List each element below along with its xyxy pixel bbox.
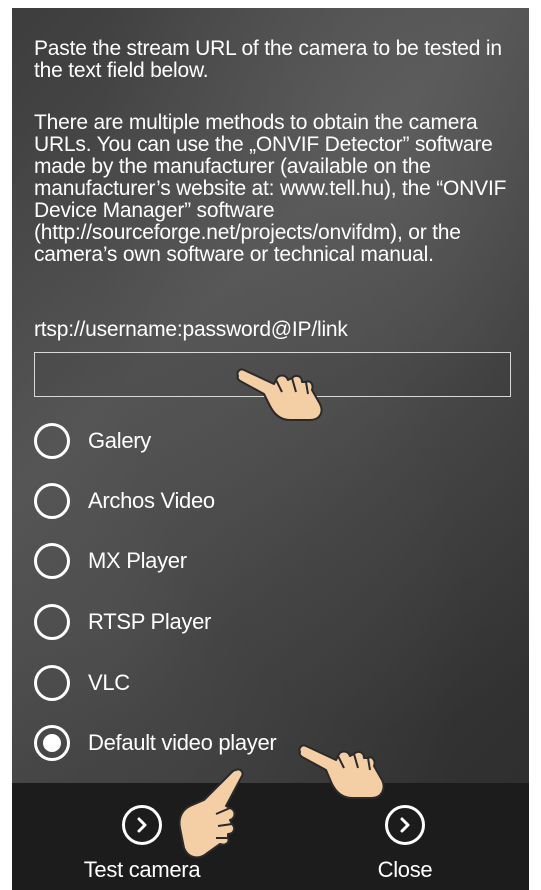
chevron-right-circle-icon (122, 805, 162, 845)
radio-option-label: MX Player (88, 548, 187, 573)
radio-option-label: Default video player (88, 730, 277, 755)
radio-button[interactable] (34, 423, 70, 459)
description-text: There are multiple methods to obtain the… (34, 111, 507, 266)
radio-option-archos-video[interactable]: Archos Video (34, 479, 215, 523)
radio-button-selected[interactable] (34, 725, 70, 761)
radio-option-vlc[interactable]: VLC (34, 661, 130, 705)
radio-option-default-video-player[interactable]: Default video player (34, 721, 277, 765)
radio-option-label: Galery (88, 428, 151, 453)
radio-option-label: VLC (88, 670, 130, 695)
intro-text: Paste the stream URL of the camera to be… (34, 37, 502, 82)
chevron-right-circle-icon (385, 805, 425, 845)
stream-url-input[interactable] (34, 352, 511, 397)
close-button[interactable]: Close (335, 783, 475, 890)
radio-button[interactable] (34, 604, 70, 640)
radio-option-label: Archos Video (88, 488, 215, 513)
radio-option-mx-player[interactable]: MX Player (34, 539, 187, 583)
radio-button[interactable] (34, 543, 70, 579)
radio-option-galery[interactable]: Galery (34, 419, 151, 463)
bottom-action-bar: Test camera Close (12, 783, 529, 890)
test-camera-button[interactable]: Test camera (57, 783, 227, 890)
url-format-hint: rtsp://username:password@IP/link (34, 318, 348, 341)
test-camera-label: Test camera (83, 857, 201, 882)
app-screen: Paste the stream URL of the camera to be… (12, 8, 529, 890)
radio-button[interactable] (34, 665, 70, 701)
radio-button[interactable] (34, 483, 70, 519)
close-label: Close (377, 857, 433, 882)
radio-option-rtsp-player[interactable]: RTSP Player (34, 600, 211, 644)
radio-option-label: RTSP Player (88, 609, 212, 634)
